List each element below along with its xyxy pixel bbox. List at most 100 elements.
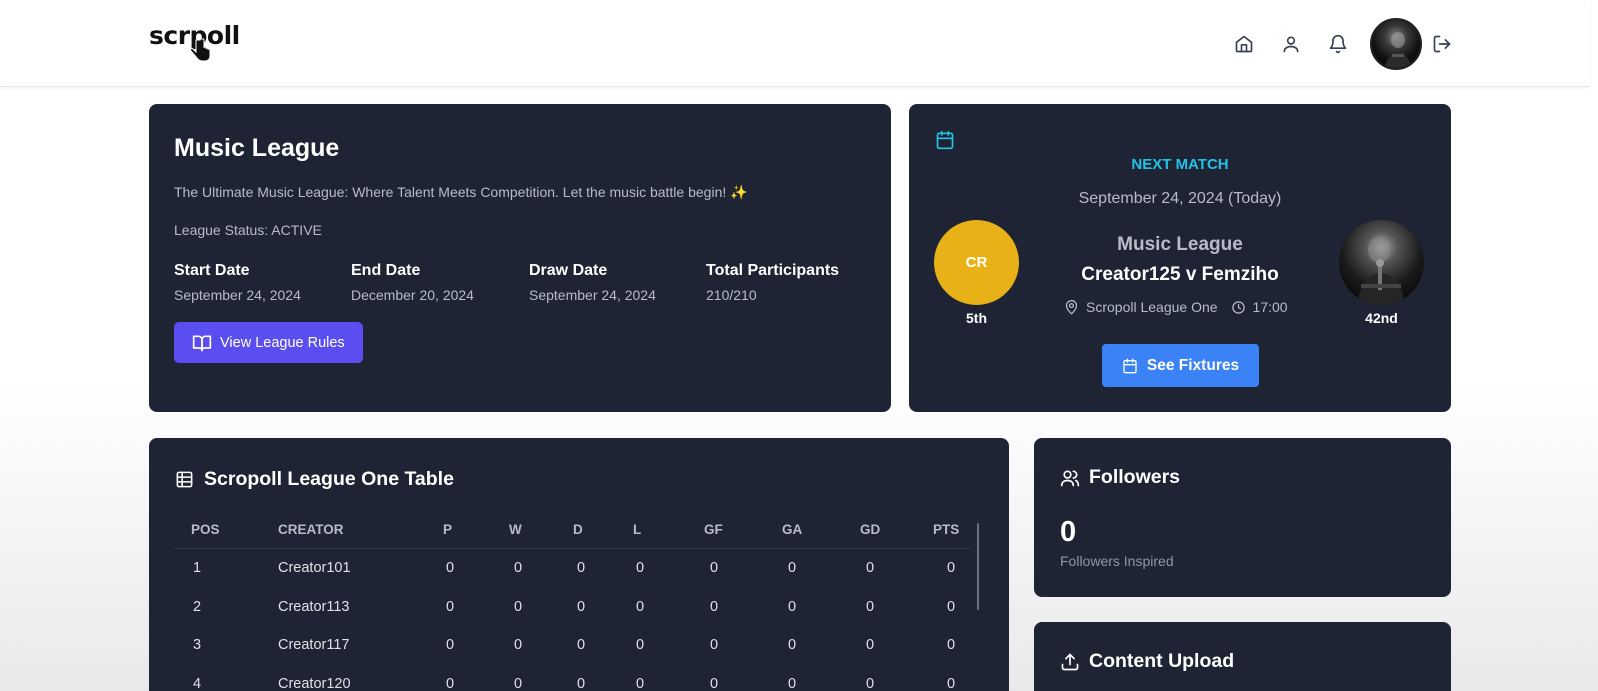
content-upload-card: Content Upload <box>1034 622 1451 691</box>
col-l[interactable]: L <box>633 522 641 537</box>
see-fixtures-label: See Fixtures <box>1146 356 1240 374</box>
start-date-block: Start Date September 24, 2024 <box>174 262 301 303</box>
cell-pts: 0 <box>947 637 956 654</box>
followers-card: Followers 0 Followers Inspired <box>1034 438 1451 597</box>
cell-gf: 0 <box>710 598 719 615</box>
clock-icon <box>1231 300 1245 314</box>
cell-w: 0 <box>514 598 523 615</box>
cell-pos: 4 <box>193 675 202 691</box>
col-pts[interactable]: PTS <box>933 522 959 537</box>
cell-pts: 0 <box>947 598 956 615</box>
profile-avatar[interactable] <box>1370 18 1422 70</box>
bell-icon[interactable] <box>1324 30 1352 58</box>
cell-l: 0 <box>636 598 645 615</box>
cell-gf: 0 <box>710 560 719 577</box>
home-icon[interactable] <box>1230 30 1258 58</box>
cell-p: 0 <box>446 675 455 691</box>
league-standings-table: POS CREATOR P W D L GF GA GD PTS 1 Creat… <box>175 511 971 691</box>
next-match-card: NEXT MATCH September 24, 2024 (Today) CR… <box>909 104 1451 412</box>
user-icon[interactable] <box>1277 30 1305 58</box>
cell-pos: 1 <box>193 560 202 577</box>
table-icon <box>176 471 193 488</box>
participants-value: 210/210 <box>706 287 757 303</box>
cell-pos: 2 <box>193 598 202 615</box>
away-team-avatar[interactable] <box>1339 220 1424 305</box>
cell-w: 0 <box>514 675 523 691</box>
cell-ga: 0 <box>788 675 797 691</box>
draw-date-block: Draw Date September 24, 2024 <box>529 262 656 303</box>
league-table-title-text: Scropoll League One Table <box>204 468 454 490</box>
cell-d: 0 <box>577 637 586 654</box>
col-gd[interactable]: GD <box>860 522 880 537</box>
map-pin-icon <box>1065 299 1078 315</box>
match-time: 17:00 <box>1252 299 1288 315</box>
cell-p: 0 <box>446 598 455 615</box>
cell-w: 0 <box>514 560 523 577</box>
cell-gf: 0 <box>710 637 719 654</box>
scropoll-logo[interactable]: scrpoll <box>149 20 249 70</box>
logout-icon[interactable] <box>1428 30 1456 58</box>
users-icon <box>1060 470 1080 486</box>
col-p[interactable]: P <box>443 522 452 537</box>
cell-pts: 0 <box>947 675 956 691</box>
cell-gd: 0 <box>866 598 875 615</box>
see-fixtures-button[interactable]: See Fixtures <box>1102 344 1259 387</box>
calendar-icon <box>936 130 954 150</box>
participants-block: Total Participants 210/210 <box>706 262 839 303</box>
col-ga[interactable]: GA <box>782 522 802 537</box>
table-header-row: POS CREATOR P W D L GF GA GD PTS <box>175 511 971 549</box>
end-date-label: End Date <box>351 262 421 279</box>
cell-l: 0 <box>636 637 645 654</box>
start-date-label: Start Date <box>174 262 250 279</box>
col-creator[interactable]: CREATOR <box>278 522 344 537</box>
cell-gd: 0 <box>866 560 875 577</box>
content-upload-heading: Content Upload <box>1060 650 1234 673</box>
top-navbar: scrpoll <box>0 0 1590 87</box>
cell-p: 0 <box>446 560 455 577</box>
table-scrollbar[interactable] <box>977 523 979 610</box>
cell-creator[interactable]: Creator101 <box>278 560 351 576</box>
followers-heading: Followers <box>1060 466 1180 489</box>
home-team-badge[interactable]: CR <box>934 220 1019 305</box>
followers-title: Followers <box>1089 466 1181 488</box>
cell-creator[interactable]: Creator117 <box>278 637 349 653</box>
col-w[interactable]: W <box>509 522 522 537</box>
end-date-value: December 20, 2024 <box>351 287 474 303</box>
end-date-block: End Date December 20, 2024 <box>351 262 474 303</box>
col-d[interactable]: D <box>573 522 583 537</box>
league-description: The Ultimate Music League: Where Talent … <box>174 184 748 200</box>
league-status: League Status: ACTIVE <box>174 222 322 238</box>
calendar-icon <box>1123 358 1137 373</box>
cell-gd: 0 <box>866 637 875 654</box>
league-info-card: Music League The Ultimate Music League: … <box>149 104 891 412</box>
cell-creator[interactable]: Creator113 <box>278 599 349 615</box>
table-row[interactable]: 4 Creator120 0 0 0 0 0 0 0 0 <box>175 665 971 691</box>
cell-creator[interactable]: Creator120 <box>278 676 351 691</box>
col-pos[interactable]: POS <box>191 522 220 537</box>
cell-d: 0 <box>577 598 586 615</box>
cell-p: 0 <box>446 637 455 654</box>
followers-count: 0 <box>1060 516 1077 548</box>
book-open-icon <box>192 335 212 351</box>
table-row[interactable]: 1 Creator101 0 0 0 0 0 0 0 0 <box>175 549 971 588</box>
cell-l: 0 <box>636 560 645 577</box>
cell-ga: 0 <box>788 598 797 615</box>
col-gf[interactable]: GF <box>704 522 723 537</box>
participants-label: Total Participants <box>706 262 840 279</box>
cell-ga: 0 <box>788 560 797 577</box>
followers-subtitle: Followers Inspired <box>1060 553 1174 569</box>
hand-pointer-icon <box>189 38 211 62</box>
cell-d: 0 <box>577 675 586 691</box>
view-league-rules-label: View League Rules <box>220 334 345 351</box>
league-title: Music League <box>174 134 340 162</box>
home-team-rank: 5th <box>966 310 987 326</box>
cell-gd: 0 <box>866 675 875 691</box>
match-meta: Scropoll League One 17:00 <box>1064 299 1288 315</box>
table-row[interactable]: 3 Creator117 0 0 0 0 0 0 0 0 <box>175 626 971 665</box>
draw-date-value: September 24, 2024 <box>529 287 656 303</box>
table-row[interactable]: 2 Creator113 0 0 0 0 0 0 0 0 <box>175 588 971 627</box>
content-upload-title: Content Upload <box>1089 650 1235 672</box>
upload-icon <box>1061 653 1079 670</box>
cell-ga: 0 <box>788 637 797 654</box>
view-league-rules-button[interactable]: View League Rules <box>174 322 363 363</box>
